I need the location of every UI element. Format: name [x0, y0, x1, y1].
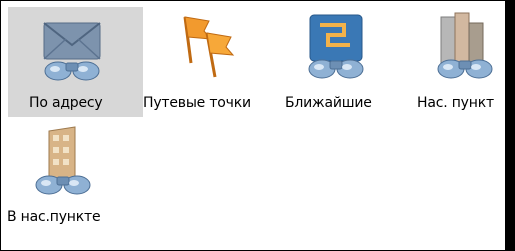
menu-item-label: Путевые точки: [143, 95, 251, 111]
menu-item-label: В нас.пункте: [7, 209, 101, 225]
right-edge-bar: [505, 1, 514, 250]
envelope-binoculars-icon: [43, 22, 101, 81]
menu-item-label: По адресу: [29, 95, 103, 111]
menu-item-by-address[interactable]: По адресу: [8, 7, 143, 117]
menu-item-city[interactable]: Нас. пункт: [413, 7, 505, 117]
menu-item-waypoints[interactable]: Путевые точки: [143, 7, 278, 117]
city-binoculars-icon: [437, 12, 493, 79]
map-binoculars-icon: [308, 14, 364, 79]
building-binoculars-icon: [35, 126, 91, 195]
menu-item-label: Ближайшие: [285, 95, 372, 111]
menu-item-label: Нас. пункт: [417, 95, 494, 111]
flags-binoculars-icon: [183, 16, 235, 78]
search-menu-window: По адресу Путевые точки Ближайшие Нас. п…: [0, 0, 515, 251]
menu-item-in-city[interactable]: В нас.пункте: [1, 117, 136, 227]
menu-item-nearest[interactable]: Ближайшие: [278, 7, 413, 117]
